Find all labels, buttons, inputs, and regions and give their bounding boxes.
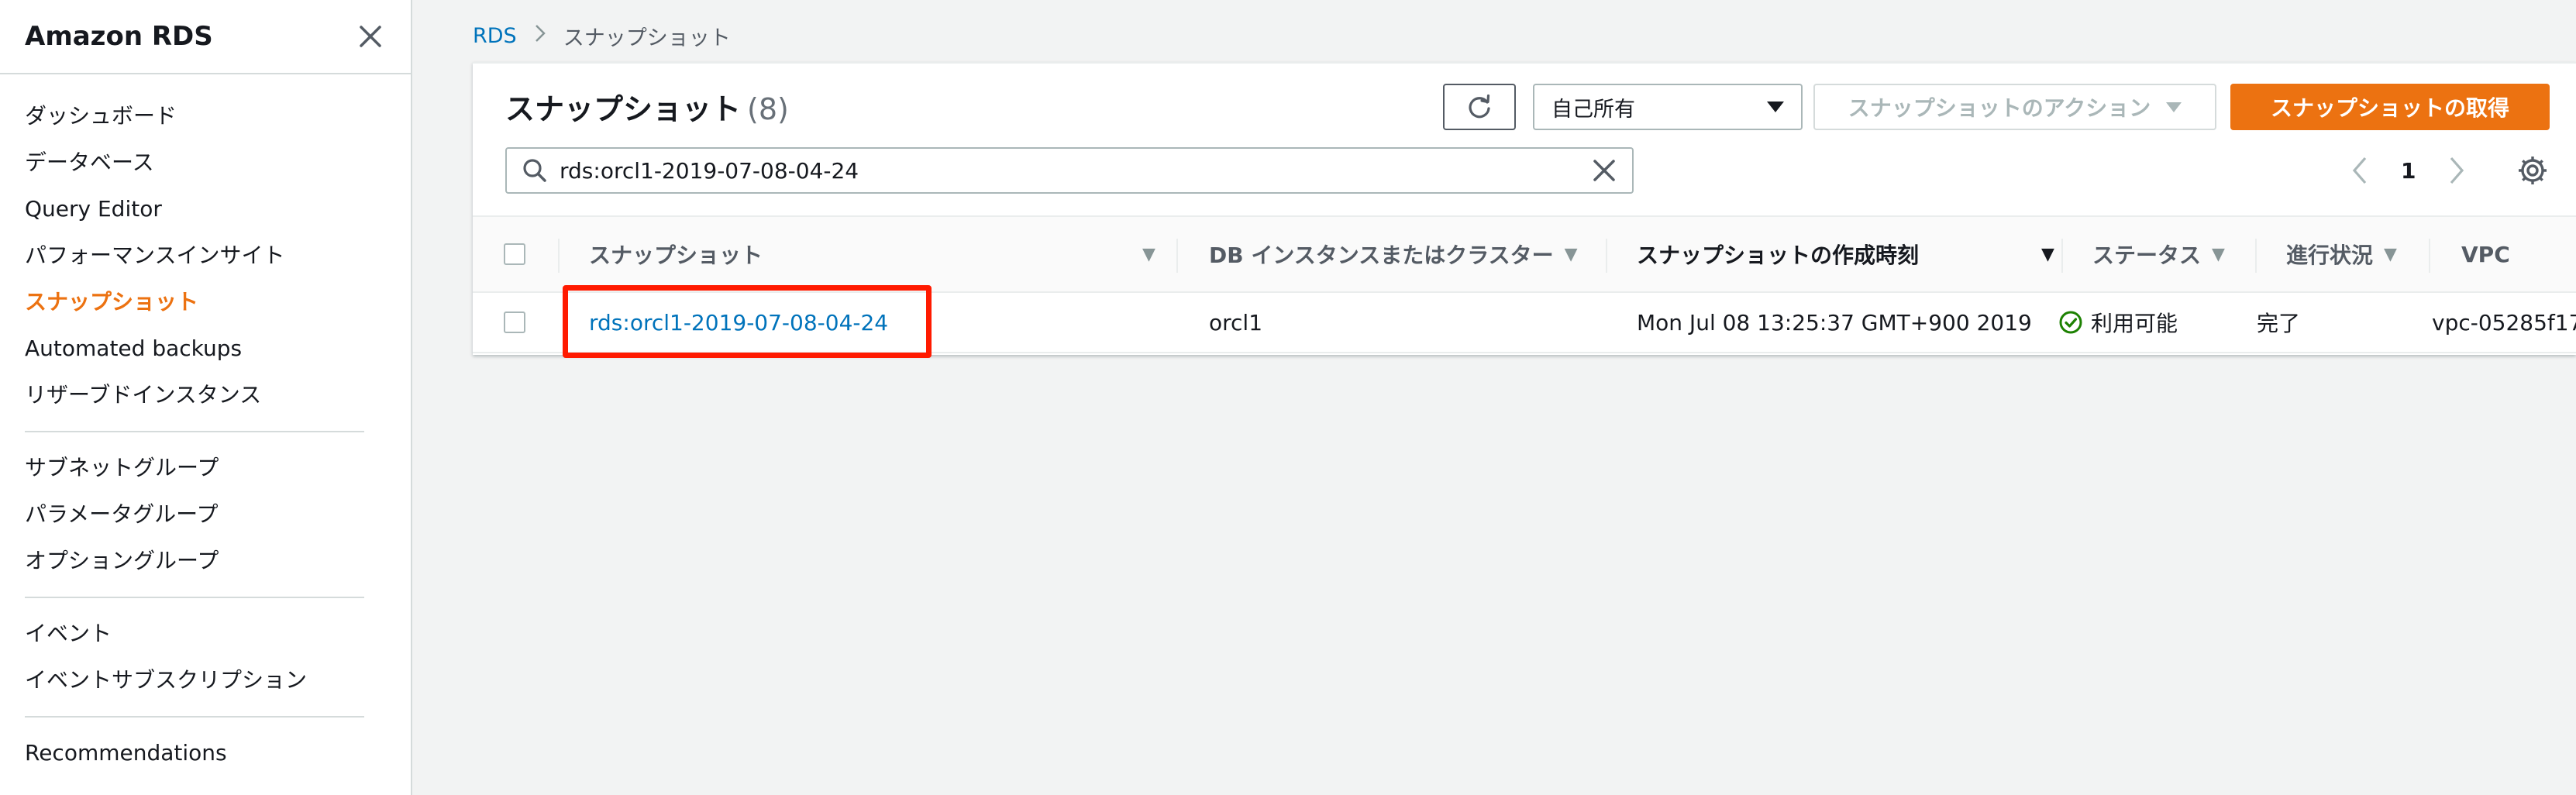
sort-caret-icon[interactable]: ▼ — [1142, 217, 1155, 291]
column-divider — [2061, 239, 2063, 273]
column-header-vpc-label: VPC — [2461, 241, 2510, 267]
sidebar-item-query-editor[interactable]: Query Editor — [0, 186, 411, 232]
cell-instance: orcl1 — [1209, 309, 1263, 336]
column-header-status[interactable]: ステータス ▼ — [2092, 217, 2225, 291]
sidebar: Amazon RDS ダッシュボード データベース Query Editor パ… — [0, 0, 412, 795]
sidebar-item-option-groups[interactable]: オプショングループ — [0, 538, 411, 584]
snapshot-actions-button[interactable]: スナップショットのアクション — [1813, 84, 2216, 130]
refresh-button[interactable] — [1443, 84, 1516, 130]
sort-caret-icon[interactable]: ▼ — [2041, 217, 2054, 291]
cell-vpc: vpc-05285f17 — [2432, 309, 2576, 336]
clear-icon[interactable] — [1590, 157, 1618, 184]
column-divider — [1176, 239, 1178, 273]
sidebar-header: Amazon RDS — [0, 0, 411, 74]
snapshots-table: スナップショット ▼ DB インスタンスまたはクラスター ▼ スナップショットの… — [473, 215, 2576, 353]
sort-caret-icon: ▼ — [2384, 244, 2397, 264]
caret-down-icon — [2166, 102, 2182, 112]
close-icon[interactable] — [355, 21, 386, 52]
page-title: スナップショット (8) — [505, 85, 789, 128]
snapshot-count: (8) — [747, 92, 789, 126]
pagination: 1 — [2348, 150, 2468, 191]
snapshot-link[interactable]: rds:orcl1-2019-07-08-04-24 — [589, 293, 888, 352]
column-header-instance[interactable]: DB インスタンスまたはクラスター ▼ — [1209, 217, 1578, 291]
snapshot-actions-label: スナップショットのアクション — [1848, 95, 2151, 121]
chevron-right-icon[interactable] — [2447, 155, 2468, 186]
sidebar-item-databases[interactable]: データベース — [0, 139, 411, 186]
sidebar-item-reserved-instances[interactable]: リザーブドインスタンス — [0, 372, 411, 418]
page-title-text: スナップショット — [505, 92, 742, 126]
column-header-snapshot[interactable]: スナップショット — [589, 217, 845, 291]
table-header: スナップショット ▼ DB インスタンスまたはクラスター ▼ スナップショットの… — [473, 215, 2576, 293]
sidebar-title: Amazon RDS — [25, 21, 213, 52]
take-snapshot-button[interactable]: スナップショットの取得 — [2230, 84, 2550, 130]
column-divider — [1606, 239, 1607, 273]
sidebar-item-performance-insights[interactable]: パフォーマンスインサイト — [0, 232, 411, 279]
sidebar-item-event-subscriptions[interactable]: イベントサブスクリプション — [0, 657, 411, 704]
sidebar-item-events[interactable]: イベント — [0, 611, 411, 657]
column-header-progress-label: 進行状況 — [2286, 243, 2374, 268]
sidebar-divider — [25, 597, 364, 598]
cell-status: 利用可能 — [2058, 293, 2178, 352]
column-divider — [2255, 239, 2257, 273]
search-bar — [505, 147, 1634, 194]
sidebar-item-automated-backups[interactable]: Automated backups — [0, 325, 411, 372]
sidebar-divider — [25, 716, 364, 718]
check-circle-icon — [2059, 311, 2082, 334]
column-header-snapshot-label: スナップショット — [589, 243, 763, 268]
caret-down-icon — [1767, 102, 1784, 112]
status-text: 利用可能 — [2091, 311, 2178, 336]
sidebar-divider — [25, 431, 364, 432]
sidebar-item-snapshots[interactable]: スナップショット — [0, 279, 411, 325]
breadcrumb-rds[interactable]: RDS — [473, 24, 517, 48]
search-input[interactable] — [560, 157, 1590, 184]
sidebar-item-recommendations[interactable]: Recommendations — [0, 730, 411, 776]
column-header-instance-label: DB インスタンスまたはクラスター — [1209, 243, 1554, 268]
column-header-vpc[interactable]: VPC — [2461, 217, 2510, 291]
breadcrumb-current: スナップショット — [563, 26, 731, 50]
sidebar-item-subnet-groups[interactable]: サブネットグループ — [0, 445, 411, 491]
sort-caret-icon: ▼ — [2212, 244, 2225, 264]
sort-caret-icon: ▼ — [1564, 244, 1578, 264]
owner-filter-value: 自己所有 — [1551, 97, 1635, 122]
breadcrumb: RDS スナップショット — [473, 20, 731, 51]
column-divider — [2429, 239, 2430, 273]
snapshots-panel: スナップショット (8) 自己所有 スナップショットのアクション スナップショット… — [473, 62, 2576, 355]
column-header-status-label: ステータス — [2092, 243, 2202, 268]
column-header-created[interactable]: スナップショットの作成時刻 — [1637, 217, 1919, 291]
cell-progress: 完了 — [2257, 311, 2301, 336]
refresh-icon — [1469, 94, 1490, 119]
table-row[interactable]: rds:orcl1-2019-07-08-04-24 orcl1 Mon Jul… — [473, 293, 2576, 353]
chevron-right-icon — [534, 23, 546, 49]
chevron-left-icon[interactable] — [2348, 155, 2370, 186]
search-icon — [523, 159, 546, 182]
row-checkbox[interactable] — [504, 311, 525, 333]
gear-icon[interactable] — [2516, 153, 2550, 188]
column-header-progress[interactable]: 進行状況 ▼ — [2286, 217, 2397, 291]
panel-header: スナップショット (8) 自己所有 スナップショットのアクション スナップショット… — [473, 64, 2576, 215]
sidebar-item-dashboard[interactable]: ダッシュボード — [0, 93, 411, 139]
current-page[interactable]: 1 — [2401, 158, 2416, 184]
column-divider — [558, 239, 560, 273]
select-all-checkbox[interactable] — [504, 243, 525, 265]
column-header-created-label: スナップショットの作成時刻 — [1637, 243, 1920, 268]
cell-created: Mon Jul 08 13:25:37 GMT+900 2019 — [1637, 309, 2032, 336]
owner-filter-select[interactable]: 自己所有 — [1533, 84, 1803, 130]
sidebar-item-parameter-groups[interactable]: パラメータグループ — [0, 491, 411, 538]
sidebar-nav: ダッシュボード データベース Query Editor パフォーマンスインサイト… — [0, 74, 411, 776]
